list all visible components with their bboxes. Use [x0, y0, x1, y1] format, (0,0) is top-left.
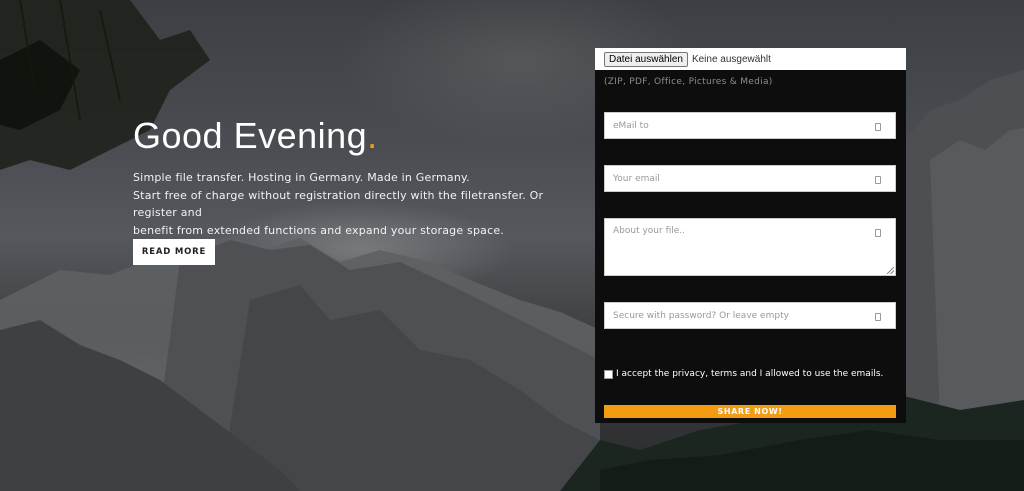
- email-to-input[interactable]: [605, 113, 895, 139]
- hero-line: benefit from extended functions and expa…: [133, 223, 504, 237]
- field-indicator-icon: [875, 229, 881, 237]
- upload-form: Datei auswählen Keine ausgewählt (ZIP, P…: [595, 48, 906, 423]
- your-email-field-wrapper: [604, 165, 896, 192]
- read-more-button[interactable]: READ MORE: [133, 239, 215, 265]
- file-types-hint: (ZIP, PDF, Office, Pictures & Media): [604, 77, 773, 87]
- about-file-textarea[interactable]: [605, 219, 895, 275]
- hero-line: Start free of charge without registratio…: [133, 188, 544, 220]
- accept-terms[interactable]: I accept the privacy, terms and I allowe…: [604, 369, 883, 379]
- field-indicator-icon: [875, 123, 881, 131]
- email-to-field-wrapper: [604, 112, 896, 139]
- password-field-wrapper: [604, 302, 896, 329]
- field-indicator-icon: [875, 313, 881, 321]
- file-status: Keine ausgewählt: [691, 53, 771, 65]
- share-now-button[interactable]: SHARE NOW!: [604, 405, 896, 418]
- greeting-text: Good Evening: [133, 115, 368, 156]
- password-input[interactable]: [605, 303, 895, 329]
- accept-terms-checkbox[interactable]: [604, 369, 613, 379]
- hero-description: Simple file transfer. Hosting in Germany…: [133, 169, 583, 239]
- accept-terms-label: I accept the privacy, terms and I allowe…: [616, 369, 884, 379]
- choose-file-button[interactable]: Datei auswählen: [604, 51, 688, 67]
- textarea-resize-handle[interactable]: [887, 267, 894, 274]
- hero-line: Simple file transfer. Hosting in Germany…: [133, 171, 470, 184]
- greeting-accent-dot: .: [367, 115, 378, 156]
- about-file-field-wrapper: [604, 218, 896, 276]
- your-email-input[interactable]: [605, 166, 895, 192]
- file-picker: Datei auswählen Keine ausgewählt: [595, 48, 906, 70]
- field-indicator-icon: [875, 176, 881, 184]
- greeting-title: Good Evening.: [133, 114, 378, 158]
